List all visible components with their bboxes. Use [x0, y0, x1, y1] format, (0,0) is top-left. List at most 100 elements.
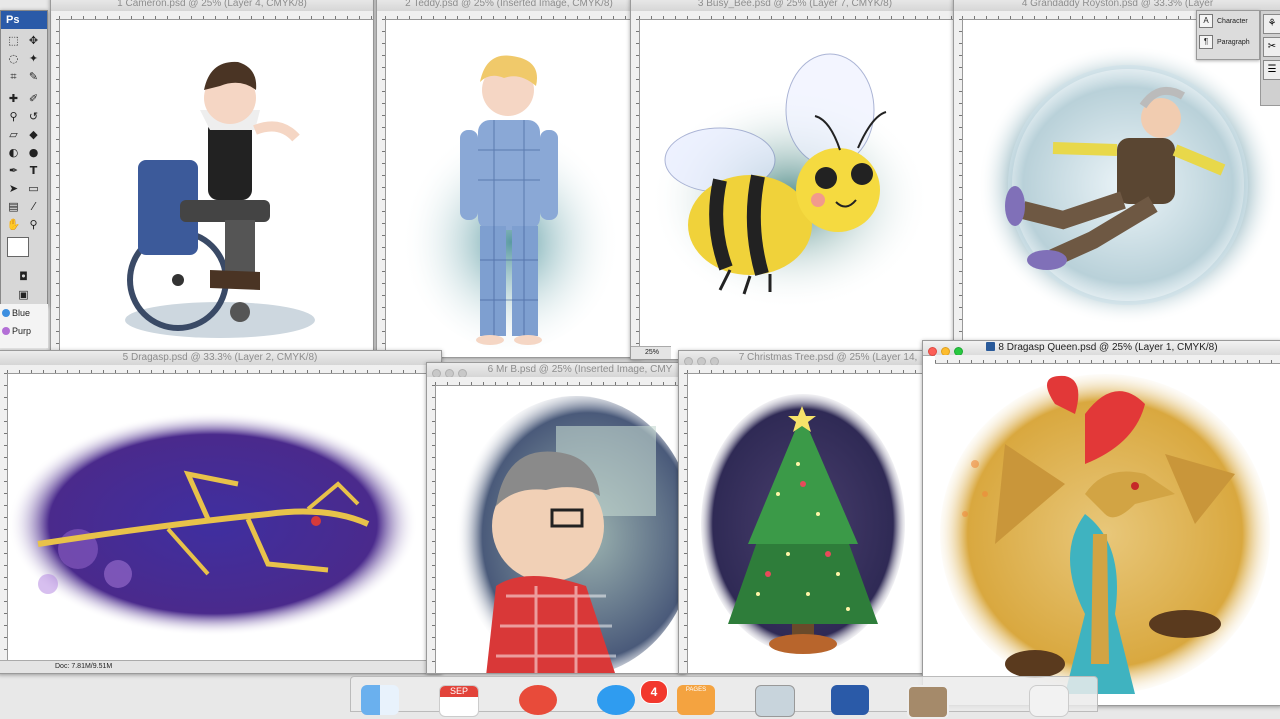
- paragraph-icon: ¶: [1199, 35, 1213, 50]
- tool-presets-icon[interactable]: ✂: [1263, 37, 1280, 57]
- calendar-icon[interactable]: SEP: [439, 685, 479, 717]
- magic-wand-tool-icon[interactable]: ✦: [25, 51, 42, 66]
- window-title: 2 Teddy.psd @ 25% (Inserted Image, CMYK/…: [405, 0, 613, 9]
- canvas[interactable]: [386, 20, 641, 357]
- status-bar: Doc: 7.81M/9.51M: [0, 660, 441, 673]
- foreground-color-swatch[interactable]: [7, 237, 29, 257]
- path-selection-tool-icon[interactable]: ➤: [5, 181, 22, 196]
- canvas[interactable]: [8, 374, 441, 661]
- document-window-dragasp-queen[interactable]: 8 Dragasp Queen.psd @ 25% (Layer 1, CMYK…: [922, 340, 1280, 706]
- document-window-christmas-tree[interactable]: 7 Christmas Tree.psd @ 25% (Layer 14,: [678, 350, 930, 674]
- window-title-text: 8 Dragasp Queen.psd @ 25% (Layer 1, CMYK…: [998, 342, 1218, 353]
- document-window-mr-b[interactable]: 6 Mr B.psd @ 25% (Inserted Image, CMY: [426, 362, 686, 674]
- title-bar[interactable]: 7 Christmas Tree.psd @ 25% (Layer 14,: [679, 351, 929, 366]
- screen-mode-icon[interactable]: ▣: [15, 287, 32, 302]
- title-bar[interactable]: 6 Mr B.psd @ 25% (Inserted Image, CMY: [427, 363, 685, 378]
- eyedropper-tool-icon[interactable]: ✎: [25, 69, 42, 84]
- move-tool-icon[interactable]: ✥: [25, 33, 42, 48]
- clone-stamp-tool-icon[interactable]: ⚲: [5, 109, 22, 124]
- title-bar[interactable]: 8 Dragasp Queen.psd @ 25% (Layer 1, CMYK…: [923, 341, 1280, 356]
- dodge-tool-icon[interactable]: ●: [25, 145, 42, 160]
- paragraph-label: Paragraph: [1217, 39, 1250, 46]
- marquee-tool-icon[interactable]: ⬚: [5, 33, 22, 48]
- canvas[interactable]: [640, 20, 959, 359]
- preview-icon[interactable]: [755, 685, 795, 717]
- layers-panel-icon[interactable]: ☰: [1263, 60, 1280, 80]
- photoshop-icon[interactable]: [831, 685, 869, 715]
- zoom-status: 25%: [631, 346, 671, 359]
- document-window-teddy[interactable]: 2 Teddy.psd @ 25% (Inserted Image, CMYK/…: [376, 0, 642, 358]
- healing-brush-tool-icon[interactable]: ✚: [5, 91, 22, 106]
- ruler-vertical: [377, 19, 386, 357]
- canvas[interactable]: [963, 20, 1280, 343]
- paint-bucket-tool-icon[interactable]: ◆: [25, 127, 42, 142]
- ruler-horizontal: [935, 355, 1280, 364]
- ruler-vertical: [631, 19, 640, 359]
- canvas[interactable]: [436, 386, 685, 673]
- crop-tool-icon[interactable]: ⌗: [5, 69, 22, 84]
- document-window-cameron[interactable]: 1 Cameron.psd @ 25% (Layer 4, CMYK/8): [50, 0, 374, 352]
- trash-icon[interactable]: [1029, 685, 1069, 717]
- pen-tool-icon[interactable]: ✒: [5, 163, 22, 178]
- psd-file-icon: [986, 342, 996, 351]
- pages-label: PAGES: [685, 687, 707, 693]
- pages-icon[interactable]: PAGES: [677, 685, 715, 715]
- illustration-boy-pyjamas: [401, 55, 621, 350]
- canvas[interactable]: [688, 374, 929, 673]
- blue-dot-icon: [2, 309, 10, 317]
- tools-panel: Ps ⬚ ✥ ◌ ✦ ⌗ ✎ ✚ ✐ ⚲ ↺ ▱ ◆ ◐ ● ✒ T ➤ ▭ ▤…: [0, 10, 48, 306]
- image-file-icon[interactable]: [907, 685, 949, 719]
- finder-icon[interactable]: [361, 685, 399, 715]
- ruler-horizontal: [59, 11, 373, 20]
- document-window-busy-bee[interactable]: 3 Busy_Bee.psd @ 25% (Layer 7, CMYK/8) 2…: [630, 0, 960, 360]
- notes-tool-icon[interactable]: ▤: [5, 199, 22, 214]
- window-title: 7 Christmas Tree.psd @ 25% (Layer 14,: [738, 352, 918, 363]
- ruler-vertical: [427, 385, 436, 673]
- label-purple[interactable]: Purp: [0, 322, 48, 340]
- app-logo: Ps: [1, 11, 47, 29]
- side-panel-dock: ⚘ ✂ ☰: [1260, 10, 1280, 106]
- blur-tool-icon[interactable]: ◐: [5, 145, 22, 160]
- color-swatches[interactable]: [7, 237, 39, 267]
- character-label: Character: [1217, 18, 1248, 25]
- illustration-flying-dragasp: [8, 412, 418, 636]
- label-text: Purp: [12, 326, 32, 336]
- canvas[interactable]: [935, 364, 1280, 705]
- document-window-dragasp[interactable]: 5 Dragasp.psd @ 33.3% (Layer 2, CMYK/8) …: [0, 350, 442, 674]
- hand-tool-icon[interactable]: ✋: [5, 217, 22, 232]
- label-text: Blue: [12, 308, 31, 318]
- zoom-tool-icon[interactable]: ⚲: [25, 217, 42, 232]
- illustration-man-in-bubble: [978, 45, 1278, 325]
- ruler-horizontal: [639, 11, 959, 20]
- character-panel-button[interactable]: A Character: [1197, 11, 1259, 32]
- brush-panel-icon[interactable]: ⚘: [1263, 14, 1280, 34]
- app-store-icon[interactable]: [597, 685, 635, 715]
- window-title: 8 Dragasp Queen.psd @ 25% (Layer 1, CMYK…: [923, 342, 1280, 353]
- canvas[interactable]: [60, 20, 373, 351]
- window-title: 6 Mr B.psd @ 25% (Inserted Image, CMY: [487, 364, 673, 375]
- character-icon: A: [1199, 14, 1213, 29]
- eyedropper-2-tool-icon[interactable]: ⁄: [25, 199, 42, 214]
- title-bar[interactable]: 5 Dragasp.psd @ 33.3% (Layer 2, CMYK/8): [0, 351, 441, 366]
- history-brush-tool-icon[interactable]: ↺: [25, 109, 42, 124]
- brush-tool-icon[interactable]: ✐: [25, 91, 42, 106]
- doc-size[interactable]: Doc: 7.81M/9.51M: [55, 661, 112, 673]
- quick-mask-icon[interactable]: ◘: [15, 269, 32, 284]
- illustration-bee: [650, 53, 930, 310]
- calendar-month: SEP: [440, 686, 478, 697]
- eraser-tool-icon[interactable]: ▱: [5, 127, 22, 142]
- notification-badge: 4: [640, 680, 668, 704]
- label-blue[interactable]: Blue: [0, 304, 48, 322]
- purple-dot-icon: [2, 327, 10, 335]
- zoom-level[interactable]: 25%: [631, 349, 659, 356]
- type-tool-icon[interactable]: T: [25, 163, 42, 178]
- ruler-horizontal: [385, 11, 641, 20]
- rectangle-tool-icon[interactable]: ▭: [25, 181, 42, 196]
- ruler-horizontal: [687, 365, 929, 374]
- illustration-dragasp-queen: [940, 374, 1270, 694]
- window-title: 4 Grandaddy Royston.psd @ 33.3% (Layer: [1021, 0, 1214, 9]
- app-red-icon[interactable]: [519, 685, 557, 715]
- lasso-tool-icon[interactable]: ◌: [5, 51, 22, 66]
- paragraph-panel-button[interactable]: ¶ Paragraph: [1197, 32, 1259, 53]
- window-title: 3 Busy_Bee.psd @ 25% (Layer 7, CMYK/8): [697, 0, 893, 9]
